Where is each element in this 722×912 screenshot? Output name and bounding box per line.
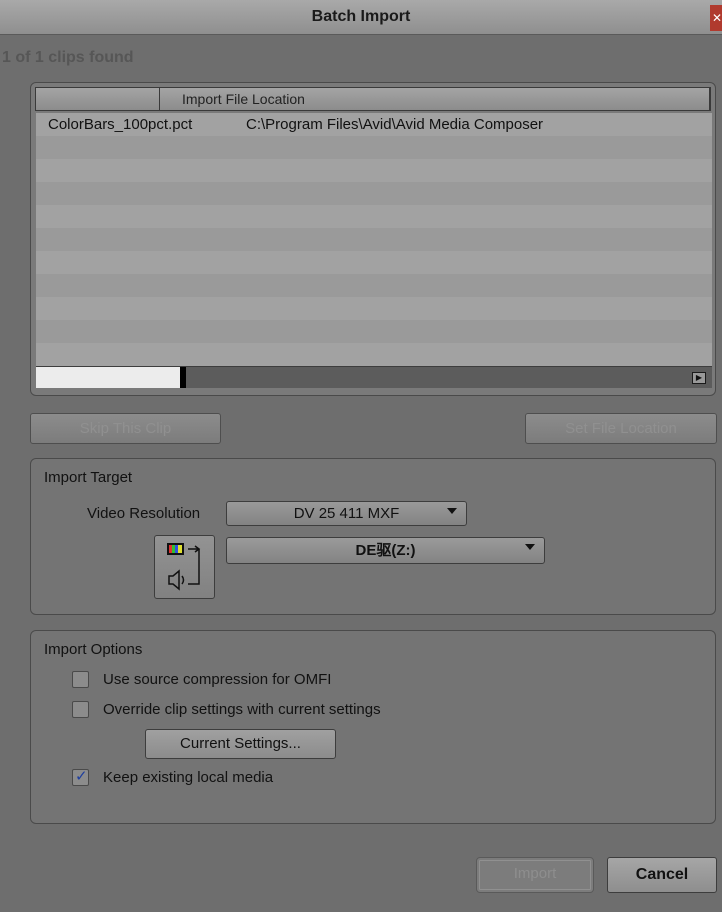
option-keep-local-media[interactable]: Keep existing local media	[72, 767, 274, 786]
option-label: Keep existing local media	[103, 769, 274, 786]
track-routing-icon	[167, 543, 201, 591]
target-drive-dropdown[interactable]: DE驱(Z:)	[226, 537, 545, 564]
import-options-label: Import Options	[44, 641, 143, 658]
video-audio-track-icon[interactable]	[154, 535, 215, 599]
import-target-group: Import Target Video Resolution DV 25 411…	[30, 458, 716, 615]
override-settings-checkbox[interactable]	[72, 701, 89, 718]
chevron-down-icon	[447, 508, 457, 514]
set-file-location-button[interactable]: Set File Location	[525, 413, 717, 444]
skip-this-clip-button[interactable]: Skip This Clip	[30, 413, 221, 444]
list-header: Import File Location	[35, 87, 711, 111]
scrollbar-thumb[interactable]	[36, 367, 180, 388]
chevron-down-icon	[525, 544, 535, 550]
clips-found-status: 1 of 1 clips found	[2, 49, 134, 66]
column-header-name[interactable]	[36, 88, 160, 110]
option-label: Use source compression for OMFI	[103, 671, 332, 688]
keep-local-media-checkbox[interactable]	[72, 767, 89, 786]
import-target-label: Import Target	[44, 469, 133, 486]
option-source-compression[interactable]: Use source compression for OMFI	[72, 671, 331, 688]
scrollbar-grip[interactable]	[180, 367, 186, 388]
clip-location: C:\Program Files\Avid\Avid Media Compose…	[246, 116, 544, 133]
column-header-location[interactable]: Import File Location	[160, 88, 710, 110]
clip-list: ColorBars_100pct.pct C:\Program Files\Av…	[36, 113, 712, 366]
close-icon[interactable]: ✕	[710, 5, 722, 31]
option-override-settings[interactable]: Override clip settings with current sett…	[72, 701, 381, 718]
current-settings-button[interactable]: Current Settings...	[145, 729, 336, 759]
clip-name: ColorBars_100pct.pct	[48, 116, 193, 133]
table-row[interactable]: ColorBars_100pct.pct C:\Program Files\Av…	[36, 113, 712, 136]
cancel-button[interactable]: Cancel	[607, 857, 717, 893]
source-compression-checkbox[interactable]	[72, 671, 89, 688]
import-options-group: Import Options Use source compression fo…	[30, 630, 716, 824]
video-resolution-label: Video Resolution	[87, 505, 201, 522]
clip-list-panel: Import File Location ColorBars_100pct.pc…	[30, 82, 716, 396]
video-resolution-value: DV 25 411 MXF	[293, 505, 400, 522]
target-drive-value: DE驱(Z:)	[355, 542, 416, 559]
horizontal-scrollbar[interactable]: ▶	[36, 366, 712, 388]
option-label: Override clip settings with current sett…	[103, 701, 381, 718]
window-title: Batch Import	[311, 8, 411, 25]
video-resolution-dropdown[interactable]: DV 25 411 MXF	[226, 501, 467, 526]
scroll-right-arrow-icon[interactable]: ▶	[692, 372, 706, 384]
title-bar: Batch Import ✕	[0, 0, 722, 35]
import-button[interactable]: Import	[476, 857, 594, 893]
